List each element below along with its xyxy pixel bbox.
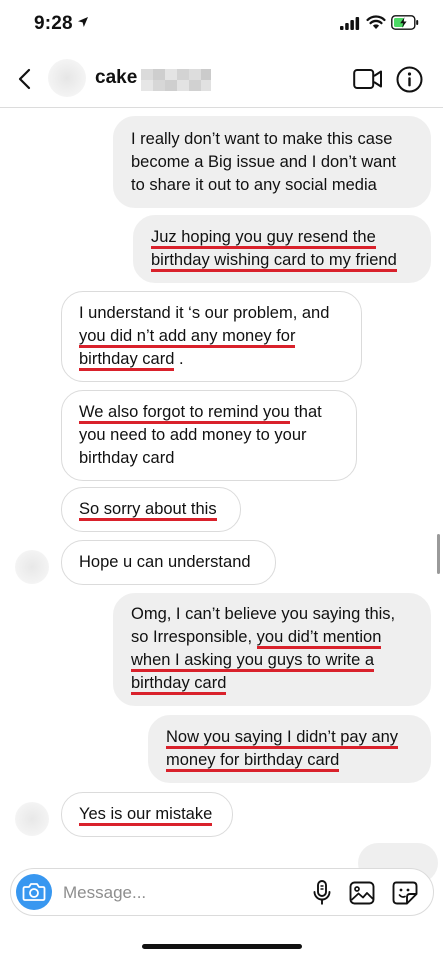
message-input[interactable] (63, 881, 293, 905)
chevron-left-icon[interactable] (14, 66, 36, 92)
avatar[interactable] (15, 550, 49, 584)
message-composer (10, 868, 434, 916)
location-arrow-icon (78, 17, 88, 27)
message-text: so Irresponsible, (131, 628, 257, 646)
message-line: you need to add money to your (79, 426, 307, 444)
sticker-icon[interactable] (392, 881, 418, 905)
avatar[interactable] (15, 802, 49, 836)
underlined-text: money for birthday card (166, 751, 340, 772)
status-time: 9:28 (34, 13, 73, 34)
underlined-text: when I asking you guys to write a (131, 651, 375, 672)
received-message[interactable]: So sorry about this (61, 487, 241, 532)
microphone-icon[interactable] (312, 880, 332, 906)
underlined-text: you did’t mention (256, 628, 382, 649)
received-message[interactable]: I understand it ‘s our problem, and you … (61, 291, 362, 382)
wifi-icon (366, 15, 386, 29)
message-line: to share it out to any social media (131, 176, 377, 194)
message-line: I understand it ‘s our problem, and (79, 304, 330, 322)
info-icon[interactable] (396, 66, 423, 93)
avatar[interactable] (48, 59, 86, 97)
home-indicator[interactable] (142, 944, 302, 949)
underlined-text: Now you saying I didn’t pay any (166, 728, 399, 749)
message-line: become a Big issue and I don’t want (131, 153, 397, 171)
sent-message[interactable]: Now you saying I didn’t pay any money fo… (148, 715, 431, 783)
video-camera-icon[interactable] (353, 68, 383, 90)
chat-contact-name[interactable]: cake (95, 67, 137, 89)
underlined-text: birthday card (131, 674, 227, 695)
status-bar: 9:28 (0, 0, 443, 50)
message-text: that (289, 403, 322, 421)
message-thread[interactable]: I really don’t want to make this case be… (0, 109, 443, 861)
chat-header: cake (0, 50, 443, 108)
message-line: I really don’t want to make this case (131, 130, 393, 148)
received-message[interactable]: Hope u can understand (61, 540, 276, 585)
underlined-text: birthday wishing card to my friend (151, 251, 397, 272)
message-line: birthday card (79, 449, 175, 467)
underlined-text: birthday card (79, 350, 175, 371)
underlined-text: Yes is our mistake (79, 805, 213, 826)
sent-message[interactable]: I really don’t want to make this case be… (113, 116, 431, 208)
message-line: Omg, I can’t believe you saying this, (131, 605, 396, 623)
scrollbar[interactable] (437, 534, 440, 574)
name-redaction (141, 69, 211, 91)
cellular-signal-icon (340, 17, 360, 30)
received-message[interactable]: Yes is our mistake (61, 792, 233, 837)
battery-charging-icon (391, 15, 419, 30)
underlined-text: So sorry about this (79, 500, 217, 521)
gallery-icon[interactable] (349, 881, 375, 905)
underlined-text: We also forgot to remind you (79, 403, 290, 424)
camera-button[interactable] (16, 874, 52, 910)
underlined-text: you did n’t add any money for (79, 327, 296, 348)
camera-icon (22, 883, 46, 901)
sent-message[interactable]: Juz hoping you guy resend the birthday w… (133, 215, 431, 283)
sent-message[interactable]: Omg, I can’t believe you saying this, so… (113, 593, 431, 706)
message-text: . (174, 350, 184, 368)
received-message[interactable]: We also forgot to remind you that you ne… (61, 390, 357, 481)
underlined-text: Juz hoping you guy resend the (151, 228, 376, 249)
message-line: Hope u can understand (79, 553, 251, 571)
